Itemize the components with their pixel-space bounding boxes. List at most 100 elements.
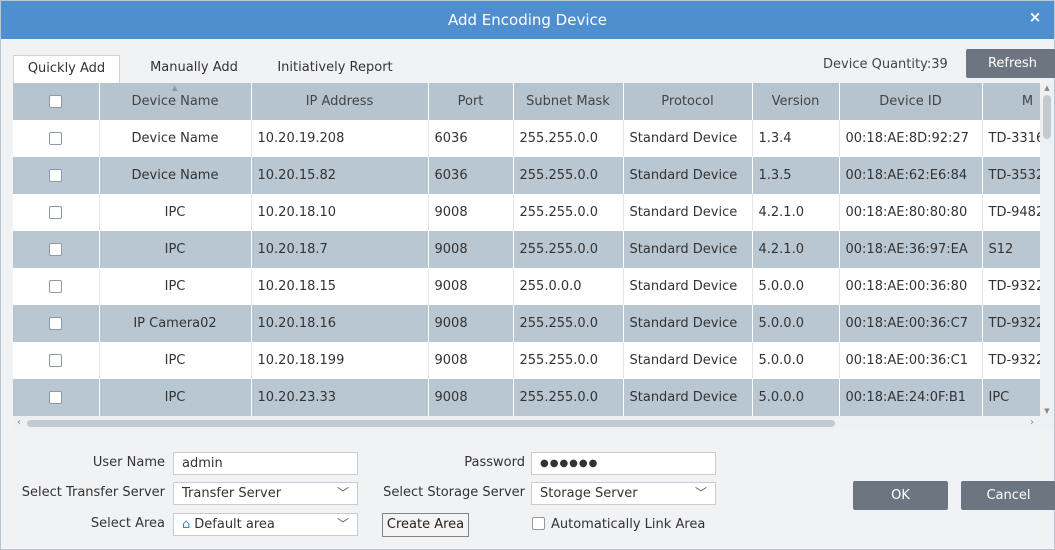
cell-subnet-mask: 255.255.0.0 (513, 342, 624, 379)
row-select-cell[interactable] (13, 120, 100, 157)
row-select-cell[interactable] (13, 305, 100, 342)
cell-device-name: IPC (99, 268, 252, 305)
table-row[interactable]: Device Name 10.20.15.82 6036 255.255.0.0… (13, 157, 1054, 194)
horizontal-scroll-thumb[interactable] (27, 420, 835, 427)
row-select-cell[interactable] (13, 157, 100, 194)
cell-version: 5.0.0.0 (752, 379, 840, 416)
scroll-down-icon[interactable]: ▼ (1040, 406, 1054, 416)
ok-button[interactable]: OK (853, 481, 948, 510)
user-name-input[interactable]: admin (173, 452, 358, 475)
close-icon[interactable]: × (1024, 6, 1046, 28)
cell-port: 9008 (428, 268, 514, 305)
scroll-up-icon[interactable]: ▲ (1040, 83, 1054, 93)
table-row[interactable]: IPC 10.20.23.33 9008 255.255.0.0 Standar… (13, 379, 1054, 416)
scroll-right-icon[interactable]: › (1026, 416, 1038, 430)
column-header-device-name[interactable]: ▲ Device Name (99, 83, 252, 120)
cell-subnet-mask: 255.255.0.0 (513, 305, 624, 342)
table-row[interactable]: IPC 10.20.18.7 9008 255.255.0.0 Standard… (13, 231, 1054, 268)
cell-subnet-mask: 255.255.0.0 (513, 157, 624, 194)
password-input[interactable]: ●●●●●● (531, 452, 716, 475)
auto-link-checkbox-box[interactable] (532, 517, 545, 530)
area-select[interactable]: ⌂ Default area ﹀ (173, 513, 358, 536)
chevron-down-icon: ﹀ (336, 486, 349, 500)
cell-protocol: Standard Device (623, 305, 753, 342)
auto-link-label: Automatically Link Area (551, 517, 706, 532)
cell-protocol: Standard Device (623, 194, 753, 231)
cell-device-name: Device Name (99, 157, 252, 194)
row-checkbox[interactable] (49, 354, 63, 367)
table-row[interactable]: IP Camera02 10.20.18.16 9008 255.255.0.0… (13, 305, 1054, 342)
cell-ip-address: 10.20.18.15 (251, 268, 429, 305)
column-header-protocol[interactable]: Protocol (623, 83, 753, 120)
cell-ip-address: 10.20.15.82 (251, 157, 429, 194)
row-checkbox[interactable] (49, 280, 63, 293)
row-select-cell[interactable] (13, 231, 100, 268)
area-value: Default area (194, 517, 275, 532)
cell-subnet-mask: 255.0.0.0 (513, 268, 624, 305)
dialog-title: Add Encoding Device (447, 11, 607, 29)
cell-version: 4.2.1.0 (752, 231, 840, 268)
cell-port: 6036 (428, 120, 514, 157)
create-area-button[interactable]: Create Area (382, 513, 469, 537)
cell-device-name: IPC (99, 342, 252, 379)
cancel-button[interactable]: Cancel (961, 481, 1055, 510)
storage-server-select[interactable]: Storage Server ﹀ (531, 482, 716, 505)
row-select-cell[interactable] (13, 379, 100, 416)
row-checkbox[interactable] (49, 132, 63, 145)
auto-link-area-checkbox[interactable]: Automatically Link Area (532, 515, 705, 535)
row-checkbox[interactable] (49, 317, 63, 330)
table-row[interactable]: IPC 10.20.18.10 9008 255.255.0.0 Standar… (13, 194, 1054, 231)
row-checkbox[interactable] (49, 206, 63, 219)
cell-device-id: 00:18:AE:80:80:80 (839, 194, 983, 231)
horizontal-scrollbar[interactable]: ‹ › (13, 416, 1054, 430)
transfer-server-select[interactable]: Transfer Server ﹀ (173, 482, 358, 505)
cell-version: 5.0.0.0 (752, 305, 840, 342)
column-header-device-id[interactable]: Device ID (839, 83, 983, 120)
column-header-port[interactable]: Port (428, 83, 514, 120)
tab-bar: Quickly Add Manually Add Initiatively Re… (13, 47, 1055, 83)
cell-protocol: Standard Device (623, 342, 753, 379)
cell-device-name: IP Camera02 (99, 305, 252, 342)
row-checkbox[interactable] (49, 169, 63, 182)
tab-initiatively-report[interactable]: Initiatively Report (267, 55, 403, 83)
row-select-cell[interactable] (13, 194, 100, 231)
row-checkbox[interactable] (49, 243, 63, 256)
refresh-button[interactable]: Refresh (966, 49, 1055, 78)
cell-subnet-mask: 255.255.0.0 (513, 231, 624, 268)
cell-port: 9008 (428, 231, 514, 268)
vertical-scroll-thumb[interactable] (1043, 95, 1051, 139)
cell-subnet-mask: 255.255.0.0 (513, 194, 624, 231)
table-row[interactable]: Device Name 10.20.19.208 6036 255.255.0.… (13, 120, 1054, 157)
cell-ip-address: 10.20.18.7 (251, 231, 429, 268)
tab-manually-add[interactable]: Manually Add (139, 55, 249, 83)
sort-up-icon: ▲ (172, 84, 178, 92)
cell-device-name: Device Name (99, 120, 252, 157)
cell-version: 4.2.1.0 (752, 194, 840, 231)
cell-device-name: IPC (99, 194, 252, 231)
chevron-down-icon: ﹀ (694, 486, 707, 500)
table-row[interactable]: IPC 10.20.18.15 9008 255.0.0.0 Standard … (13, 268, 1054, 305)
tab-quickly-add[interactable]: Quickly Add (13, 55, 120, 83)
cell-protocol: Standard Device (623, 268, 753, 305)
cell-protocol: Standard Device (623, 120, 753, 157)
vertical-scrollbar[interactable]: ▲ ▼ (1040, 83, 1054, 416)
scroll-left-icon[interactable]: ‹ (13, 416, 25, 430)
column-header-ip-address[interactable]: IP Address (251, 83, 429, 120)
cell-port: 6036 (428, 157, 514, 194)
column-header-version[interactable]: Version (752, 83, 840, 120)
row-select-cell[interactable] (13, 268, 100, 305)
column-header-subnet-mask[interactable]: Subnet Mask (513, 83, 624, 120)
cell-port: 9008 (428, 342, 514, 379)
cell-ip-address: 10.20.18.10 (251, 194, 429, 231)
transfer-server-value: Transfer Server (182, 486, 282, 501)
cell-device-id: 00:18:AE:24:0F:B1 (839, 379, 983, 416)
row-checkbox[interactable] (49, 391, 63, 404)
cell-version: 1.3.4 (752, 120, 840, 157)
cell-version: 5.0.0.0 (752, 342, 840, 379)
cell-protocol: Standard Device (623, 157, 753, 194)
select-all-header[interactable] (13, 83, 100, 120)
select-all-checkbox[interactable] (49, 95, 63, 108)
row-select-cell[interactable] (13, 342, 100, 379)
table-row[interactable]: IPC 10.20.18.199 9008 255.255.0.0 Standa… (13, 342, 1054, 379)
select-area-label: Select Area (90, 516, 165, 531)
